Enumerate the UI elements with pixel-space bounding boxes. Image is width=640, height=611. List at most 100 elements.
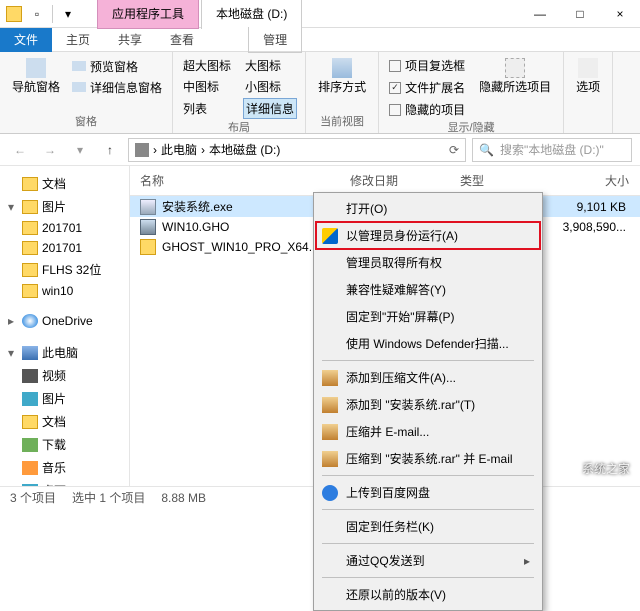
file-name: WIN10.GHO	[162, 220, 229, 234]
titlebar: ▫ ▾ 应用程序工具 本地磁盘 (D:) — □ ×	[0, 0, 640, 28]
recent-dropdown[interactable]: ▾	[68, 138, 92, 162]
cm-email[interactable]: 压缩并 E-mail...	[316, 418, 540, 445]
hide-selected-button[interactable]: 隐藏所选项目	[475, 56, 555, 119]
ribbon-group-layout: 超大图标 大图标 中图标 小图标 列表 详细信息 布局	[173, 52, 306, 133]
file-ext-toggle[interactable]: 文件扩展名	[387, 78, 467, 97]
tree-item-pics[interactable]: ▾图片	[0, 195, 129, 218]
ribbon-label-panes: 窗格	[8, 113, 164, 129]
column-name[interactable]: 名称	[130, 166, 340, 195]
cm-defender[interactable]: 使用 Windows Defender扫描...	[316, 330, 540, 357]
tree-item-downloads[interactable]: 下载	[0, 433, 129, 456]
window-controls: — □ ×	[520, 0, 640, 28]
exe-icon	[140, 199, 156, 215]
layout-small-icons[interactable]: 小图标	[243, 77, 297, 96]
gho-icon	[140, 219, 156, 235]
cm-restore-prev[interactable]: 还原以前的版本(V)	[316, 581, 540, 608]
tree-item-201701b[interactable]: 201701	[0, 238, 129, 258]
hidden-items-toggle[interactable]: 隐藏的项目	[387, 100, 467, 119]
nav-pane-button[interactable]: 导航窗格	[8, 56, 64, 97]
layout-details[interactable]: 详细信息	[243, 98, 297, 119]
tree-item-onedrive[interactable]: ▸OneDrive	[0, 311, 129, 331]
minimize-button[interactable]: —	[520, 0, 560, 28]
status-selected: 选中 1 个项目	[72, 489, 145, 506]
layout-medium-icons[interactable]: 中图标	[181, 77, 233, 96]
tree-item-desktop[interactable]: 桌面	[0, 479, 129, 486]
tree-item-thispc[interactable]: ▾此电脑	[0, 341, 129, 364]
cm-separator	[322, 509, 534, 510]
details-pane-button[interactable]: 详细信息窗格	[70, 78, 164, 97]
tree-item-pics2[interactable]: 图片	[0, 387, 129, 410]
layout-list[interactable]: 列表	[181, 98, 233, 119]
titlebar-icons: ▫ ▾	[0, 5, 77, 23]
cm-rar-email[interactable]: 压缩到 "安装系统.rar" 并 E-mail	[316, 445, 540, 472]
cm-troubleshoot[interactable]: 兼容性疑难解答(Y)	[316, 276, 540, 303]
menu-manage[interactable]: 管理	[248, 27, 302, 53]
cm-separator	[322, 577, 534, 578]
cm-take-ownership[interactable]: 管理员取得所有权	[316, 249, 540, 276]
archive-icon	[322, 424, 338, 440]
cm-run-as-admin[interactable]: 以管理员身份运行(A)	[316, 222, 540, 249]
breadcrumb-thispc[interactable]: 此电脑	[161, 141, 197, 158]
cm-separator	[322, 360, 534, 361]
nav-tree[interactable]: 文档 ▾图片 201701 201701 FLHS 32位 win10 ▸One…	[0, 166, 130, 486]
cm-pin-start[interactable]: 固定到"开始"屏幕(P)	[316, 303, 540, 330]
cm-open[interactable]: 打开(O)	[316, 195, 540, 222]
cm-separator	[322, 543, 534, 544]
cloud-icon	[322, 485, 338, 501]
tree-item-docs2[interactable]: 文档	[0, 410, 129, 433]
contextual-tab-apptools[interactable]: 应用程序工具	[97, 0, 199, 29]
layout-xlarge-icons[interactable]: 超大图标	[181, 56, 233, 75]
cm-qq-send[interactable]: 通过QQ发送到▸	[316, 547, 540, 574]
cm-add-archive[interactable]: 添加到压缩文件(A)...	[316, 364, 540, 391]
cm-baidu-upload[interactable]: 上传到百度网盘	[316, 479, 540, 506]
qat-new-icon[interactable]: ▫	[28, 5, 46, 23]
cm-add-rar[interactable]: 添加到 "安装系统.rar"(T)	[316, 391, 540, 418]
column-type[interactable]: 类型	[450, 166, 540, 195]
menu-file[interactable]: 文件	[0, 28, 52, 52]
fol-icon	[140, 239, 156, 255]
sort-button[interactable]: 排序方式	[314, 56, 370, 97]
cm-pin-taskbar[interactable]: 固定到任务栏(K)	[316, 513, 540, 540]
address-bar: ← → ▾ ↑ › 此电脑 › 本地磁盘 (D:) ⟳ 🔍 搜索"本地磁盘 (D…	[0, 134, 640, 166]
tree-item-video[interactable]: 视频	[0, 364, 129, 387]
shield-icon	[322, 228, 338, 244]
folder-app-icon	[6, 6, 22, 22]
preview-pane-button[interactable]: 预览窗格	[70, 57, 164, 76]
status-size: 8.88 MB	[161, 491, 206, 505]
search-input[interactable]: 🔍 搜索"本地磁盘 (D:)"	[472, 138, 632, 162]
up-button[interactable]: ↑	[98, 138, 122, 162]
forward-button[interactable]: →	[38, 138, 62, 162]
archive-icon	[322, 451, 338, 467]
back-button[interactable]: ←	[8, 138, 32, 162]
tree-item-docs[interactable]: 文档	[0, 172, 129, 195]
search-icon: 🔍	[479, 143, 494, 157]
tree-item-flhs[interactable]: FLHS 32位	[0, 258, 129, 281]
column-date[interactable]: 修改日期	[340, 166, 450, 195]
menu-share[interactable]: 共享	[104, 27, 156, 52]
column-size[interactable]: 大小	[540, 166, 640, 195]
ribbon-label-show: 显示/隐藏	[387, 119, 555, 135]
ribbon-group-panes: 导航窗格 预览窗格 详细信息窗格 窗格	[0, 52, 173, 133]
close-button[interactable]: ×	[600, 0, 640, 28]
ribbon-group-options: 选项	[564, 52, 613, 133]
tree-item-win10[interactable]: win10	[0, 281, 129, 301]
options-button[interactable]: 选项	[572, 56, 604, 97]
item-checkbox-toggle[interactable]: 项目复选框	[387, 56, 467, 75]
file-name: GHOST_WIN10_PRO_X64...	[162, 240, 319, 254]
refresh-icon[interactable]: ⟳	[449, 143, 459, 157]
qat-dropdown-icon[interactable]: ▾	[59, 5, 77, 23]
ribbon-group-view: 排序方式 当前视图	[306, 52, 379, 133]
ribbon: 导航窗格 预览窗格 详细信息窗格 窗格 超大图标 大图标 中图标 小图标 列表 …	[0, 52, 640, 134]
tree-item-music[interactable]: 音乐	[0, 456, 129, 479]
maximize-button[interactable]: □	[560, 0, 600, 28]
file-name: 安装系统.exe	[162, 198, 233, 215]
context-menu: 打开(O) 以管理员身份运行(A) 管理员取得所有权 兼容性疑难解答(Y) 固定…	[313, 192, 543, 611]
title-location: 本地磁盘 (D:)	[201, 0, 302, 29]
layout-large-icons[interactable]: 大图标	[243, 56, 297, 75]
tree-item-201701a[interactable]: 201701	[0, 218, 129, 238]
menu-view[interactable]: 查看	[156, 27, 208, 52]
archive-icon	[322, 370, 338, 386]
breadcrumb-drive[interactable]: 本地磁盘 (D:)	[209, 141, 280, 158]
breadcrumb[interactable]: › 此电脑 › 本地磁盘 (D:) ⟳	[128, 138, 466, 162]
menu-home[interactable]: 主页	[52, 27, 104, 52]
